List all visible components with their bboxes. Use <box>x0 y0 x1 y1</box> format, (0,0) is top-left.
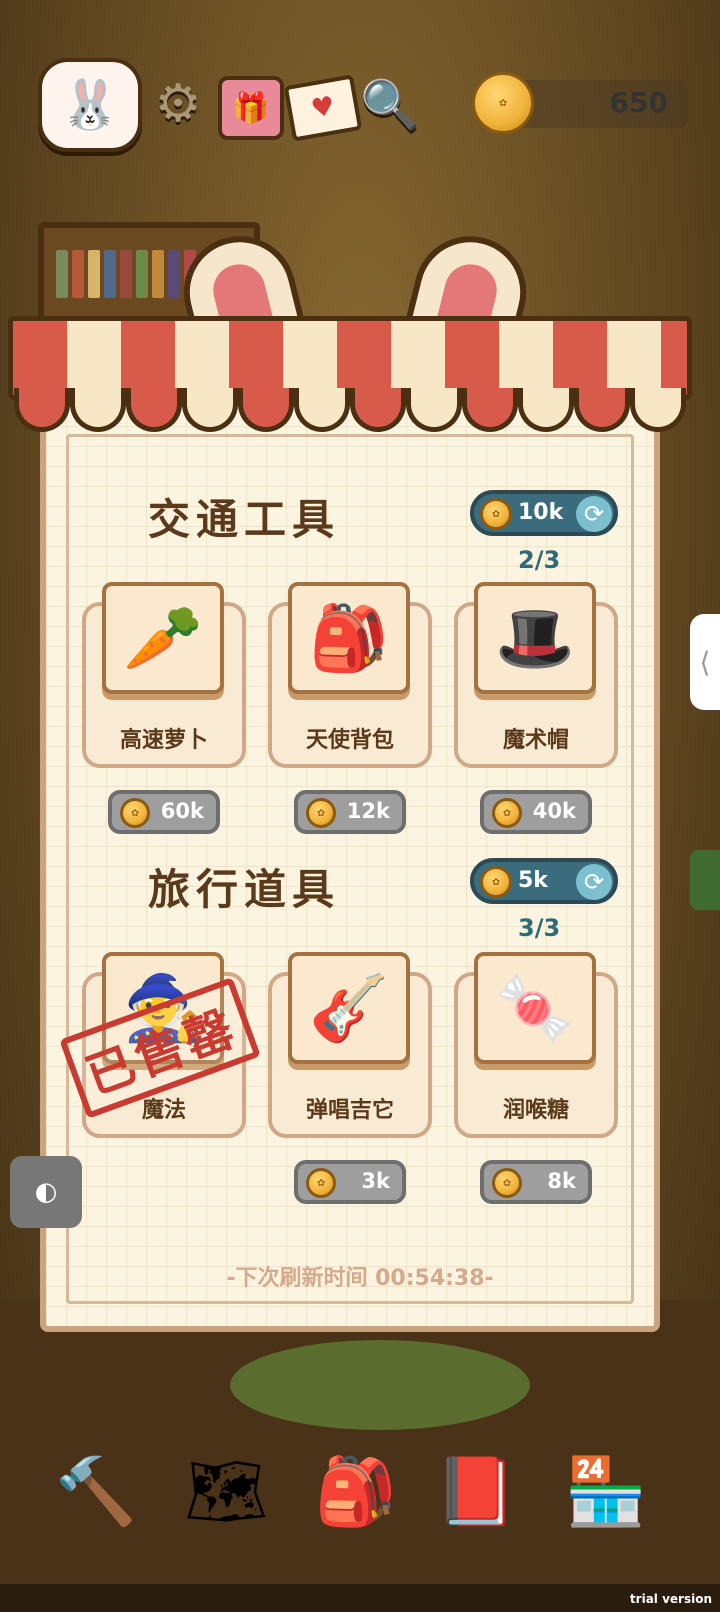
plant <box>690 850 720 910</box>
side-drawer-tab[interactable]: ⟨ <box>690 614 720 710</box>
refresh-button-vehicles[interactable]: ✿ 10k ⟳ <box>470 490 618 536</box>
guitar-icon: 🎸 <box>288 952 410 1064</box>
search-button[interactable]: 🔍 <box>358 72 422 136</box>
bottom-nav: 🔨 🗺 🎒 📕 🏪 <box>0 1436 720 1556</box>
refresh-icon: ⟳ <box>576 496 612 532</box>
carrot-rocket-icon: 🥕 <box>102 582 224 694</box>
refresh-button-travel[interactable]: ✿ 5k ⟳ <box>470 858 618 904</box>
avatar[interactable]: 🐰 <box>38 58 142 152</box>
floating-toggle-button[interactable]: ◐ <box>10 1156 82 1228</box>
coin-icon: ✿ <box>492 798 522 828</box>
coin-icon: ✿ <box>306 1168 336 1198</box>
coin-icon: ✿ <box>120 798 150 828</box>
nav-tools-button[interactable]: 🔨 <box>40 1436 152 1548</box>
refresh-cost: 5k <box>518 868 548 893</box>
price-button[interactable]: ✿ 40k <box>480 790 592 834</box>
top-bar: 🐰 ⚙ 🎁 ♥ 🔍 ✿ 650 <box>0 58 720 152</box>
candy-icon: 🍬 <box>474 952 596 1064</box>
price-button[interactable]: ✿ 8k <box>480 1160 592 1204</box>
price-value: 40k <box>532 799 576 823</box>
mail-button[interactable]: ♥ <box>283 74 363 142</box>
shop-awning <box>8 316 692 436</box>
coin-balance: ✿ 650 <box>472 72 688 134</box>
magic-hat-icon: 🎩 <box>474 582 596 694</box>
refresh-cost: 10k <box>518 500 564 525</box>
section-title-travel-items: 旅行道具 <box>148 865 341 914</box>
nav-book-button[interactable]: 📕 <box>420 1436 532 1548</box>
gear-icon: ⚙ <box>154 74 202 134</box>
shop-item[interactable]: 🍬 润喉糖 <box>454 952 618 1138</box>
price-value: 12k <box>346 799 390 823</box>
hammer-icon: 🔨 <box>54 1453 138 1530</box>
section-count: 2/3 <box>518 546 561 574</box>
system-navigation-bar <box>0 1584 720 1612</box>
section-count: 3/3 <box>518 914 561 942</box>
gift-icon: 🎁 <box>232 90 270 126</box>
item-name: 润喉糖 <box>502 1098 569 1123</box>
item-name: 魔术帽 <box>502 728 569 753</box>
nav-backpack-button[interactable]: 🎒 <box>300 1436 412 1548</box>
magnifier-icon: 🔍 <box>360 76 420 133</box>
price-button[interactable]: ✿ 12k <box>294 790 406 834</box>
item-name: 天使背包 <box>305 728 394 753</box>
map-icon: 🗺 <box>184 1453 268 1530</box>
book-icon: 📕 <box>434 1453 518 1530</box>
coin-icon: ✿ <box>306 798 336 828</box>
shop-item[interactable]: 🥕 高速萝卜 <box>82 582 246 768</box>
price-button[interactable]: ✿ 3k <box>294 1160 406 1204</box>
settings-button[interactable]: ⚙ <box>148 74 208 134</box>
coin-icon: ✿ <box>492 1168 522 1198</box>
shop-icon: 🏪 <box>564 1453 648 1530</box>
price-value: 8k <box>547 1169 576 1193</box>
backpack-icon: 🎒 <box>314 1453 398 1530</box>
coin-balance-value: 650 <box>609 86 668 119</box>
refresh-timer: -下次刷新时间 00:54:38- <box>226 1266 494 1291</box>
coin-icon: ✿ <box>480 866 512 898</box>
price-value: 3k <box>361 1169 390 1193</box>
section-title-vehicles: 交通工具 <box>148 495 341 544</box>
gift-button[interactable]: 🎁 <box>218 76 284 140</box>
item-name: 弹唱吉它 <box>305 1098 394 1123</box>
price-value: 60k <box>160 799 204 823</box>
shop-item[interactable]: 🎒 天使背包 <box>268 582 432 768</box>
price-button[interactable]: ✿ 60k <box>108 790 220 834</box>
shop-item[interactable]: 🎸 弹唱吉它 <box>268 952 432 1138</box>
item-name: 高速萝卜 <box>119 728 208 753</box>
bunny-face-icon: 🐰 <box>60 77 120 133</box>
shop-item[interactable]: 🎩 魔术帽 <box>454 582 618 768</box>
angel-backpack-icon: 🎒 <box>288 582 410 694</box>
watermark: trial version <box>629 1592 712 1606</box>
nav-map-button[interactable]: 🗺 <box>170 1436 282 1548</box>
refresh-icon: ⟳ <box>576 864 612 900</box>
coin-icon: ✿ <box>480 498 512 530</box>
rug <box>230 1340 530 1430</box>
nav-shop-button[interactable]: 🏪 <box>550 1436 662 1548</box>
coin-icon: ✿ <box>472 72 534 134</box>
mail-heart-icon: ♥ <box>308 91 338 125</box>
